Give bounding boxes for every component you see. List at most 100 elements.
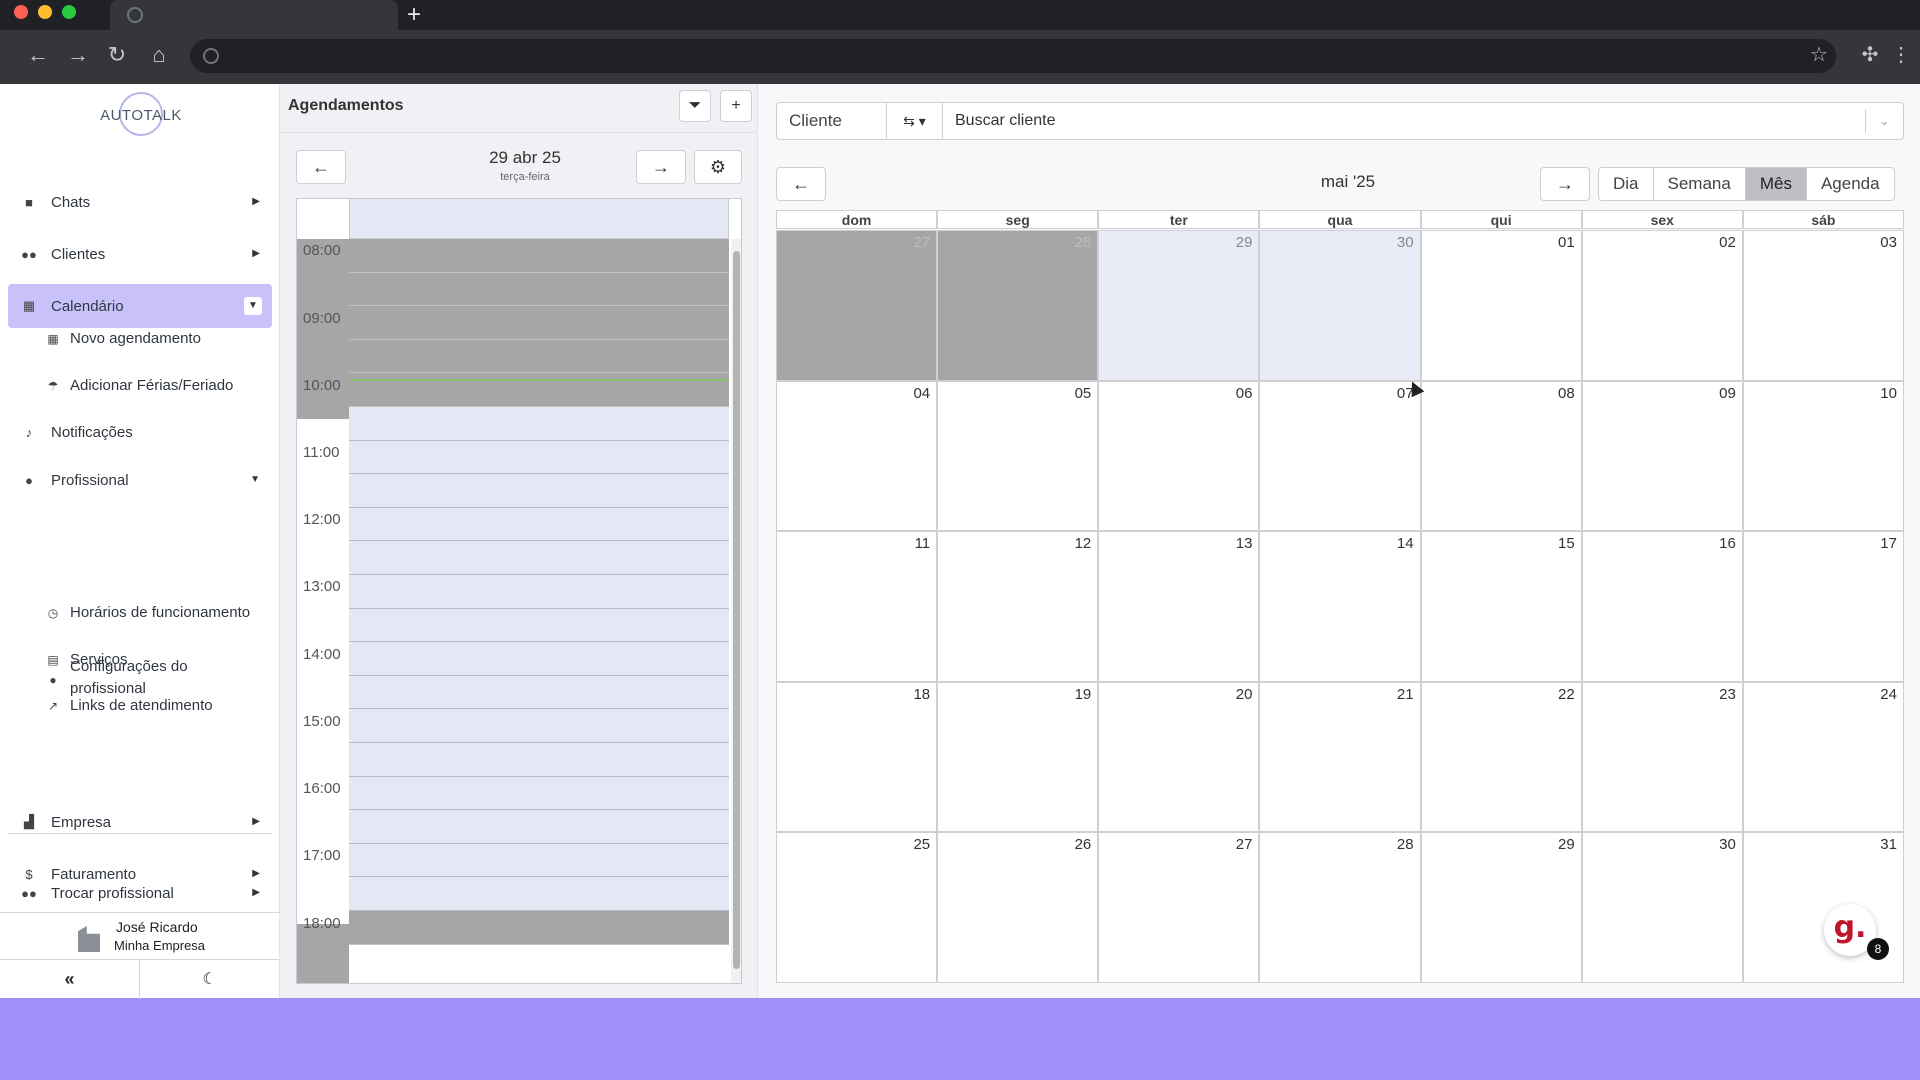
sidebar-item-clientes[interactable]: ●● Clientes ▶ [8, 232, 272, 276]
day-cell[interactable]: 26 [937, 832, 1099, 983]
day-cell[interactable]: 02 [1581, 230, 1743, 381]
time-slot[interactable] [349, 407, 729, 441]
scrollbar-thumb[interactable] [733, 251, 740, 969]
day-cell[interactable]: 31 [1742, 832, 1904, 983]
day-cell[interactable]: 27 [776, 230, 938, 381]
sidebar-item-chats[interactable]: ■ Chats ▶ [8, 180, 272, 224]
sidebar-item-adicionar-ferias[interactable]: ☂ Adicionar Férias/Feriado [46, 371, 276, 401]
view-button-semana[interactable]: Semana [1654, 168, 1746, 200]
view-button-agenda[interactable]: Agenda [1807, 168, 1894, 200]
day-cell[interactable]: 15 [1420, 531, 1582, 682]
day-cell[interactable]: 01 [1420, 230, 1582, 381]
time-slot[interactable] [349, 575, 729, 609]
day-cell[interactable]: 21 [1259, 681, 1421, 833]
kebab-menu-icon[interactable]: ⋮ [1888, 43, 1914, 67]
moon-icon[interactable]: ☾ [140, 960, 279, 999]
sidebar-item-trocar-profissional[interactable]: ●● Trocar profissional ▶ [8, 871, 272, 915]
day-cell[interactable]: 29 [1420, 832, 1582, 983]
next-month-button[interactable]: → [1540, 167, 1590, 201]
time-slot[interactable] [349, 272, 729, 307]
time-slot[interactable] [349, 843, 729, 878]
day-cell[interactable]: 04 [776, 380, 938, 532]
day-cell[interactable]: 18 [776, 681, 938, 833]
day-cell[interactable]: 09 [1581, 380, 1743, 532]
day-cell[interactable]: 08 [1420, 380, 1582, 532]
sidebar-item-notificacoes[interactable]: ♪ Notificações [8, 410, 272, 454]
sidebar-item-empresa[interactable]: ▟ Empresa ▶ [8, 800, 272, 844]
view-button-mes[interactable]: Mês [1745, 168, 1807, 200]
sidebar-item-profissional[interactable]: ● Profissional ▼ [8, 458, 272, 502]
day-cell[interactable]: 17 [1742, 531, 1904, 682]
day-cell[interactable]: 16 [1581, 531, 1743, 682]
day-cell[interactable]: 12 [937, 531, 1099, 682]
time-slot[interactable] [349, 743, 729, 777]
time-slot[interactable] [349, 877, 729, 911]
puzzle-icon[interactable]: ✣ [1857, 43, 1883, 67]
time-slot[interactable] [349, 474, 729, 508]
forward-arrow-icon[interactable]: → [64, 43, 92, 67]
collapse-sidebar-button[interactable]: « [0, 960, 140, 999]
filter-button[interactable]: ⏷ [679, 90, 711, 122]
day-cell[interactable]: 07 [1259, 380, 1421, 532]
previous-day-button[interactable]: ← [296, 150, 346, 184]
day-cell[interactable]: 05 [937, 380, 1099, 532]
day-cell[interactable]: 29 [1098, 230, 1260, 381]
back-arrow-icon[interactable]: ← [24, 43, 52, 67]
day-cell[interactable]: 25 [776, 832, 938, 983]
day-cell[interactable]: 13 [1098, 531, 1260, 682]
time-slot[interactable] [349, 306, 729, 340]
search-filter-dropdown[interactable]: ⇆ ▾ [887, 103, 943, 139]
time-slot[interactable] [349, 709, 729, 743]
user-info[interactable]: José Ricardo Minha Empresa [0, 913, 279, 960]
time-slot[interactable] [349, 642, 729, 676]
day-cell[interactable]: 20 [1098, 681, 1260, 833]
time-slot[interactable] [349, 608, 729, 643]
view-button-dia[interactable]: Dia [1599, 168, 1654, 200]
time-slot[interactable] [349, 507, 729, 542]
day-cell[interactable]: 10 [1742, 380, 1904, 532]
time-slot[interactable] [349, 440, 729, 475]
scrollbar[interactable] [731, 239, 741, 983]
home-icon[interactable]: ⌂ [145, 43, 173, 67]
day-cell[interactable]: 22 [1420, 681, 1582, 833]
add-appointment-button[interactable]: + [720, 90, 752, 122]
time-slot[interactable] [349, 776, 729, 811]
day-cell[interactable]: 11 [776, 531, 938, 682]
close-window-button[interactable] [14, 5, 28, 19]
star-icon[interactable]: ☆ [1806, 43, 1832, 67]
day-cell[interactable]: 14 [1259, 531, 1421, 682]
day-cell[interactable]: 19 [937, 681, 1099, 833]
day-cell[interactable]: 24 [1742, 681, 1904, 833]
day-cell[interactable]: 27 [1098, 832, 1260, 983]
day-cell[interactable]: 23 [1581, 681, 1743, 833]
day-cell[interactable]: 28 [937, 230, 1099, 381]
new-tab-button[interactable]: + [407, 3, 421, 27]
client-search-input[interactable] [955, 103, 1855, 139]
day-cell[interactable]: 28 [1259, 832, 1421, 983]
time-slot[interactable] [349, 541, 729, 575]
day-cell[interactable]: 06 [1098, 380, 1260, 532]
sidebar-item-novo-agendamento[interactable]: ▦ Novo agendamento [46, 324, 276, 354]
time-slot[interactable] [349, 911, 729, 945]
caret-down-icon[interactable]: ▼ [244, 297, 262, 315]
time-slot[interactable] [349, 239, 729, 273]
day-cell[interactable]: 03 [1742, 230, 1904, 381]
reload-icon[interactable]: ↻ [103, 43, 131, 67]
settings-button[interactable]: ⚙ [694, 150, 742, 184]
time-slot[interactable] [349, 675, 729, 710]
browser-tab[interactable] [110, 0, 398, 30]
maximize-window-button[interactable] [62, 5, 76, 19]
sidebar-item-calendario[interactable]: ▦ Calendário ▼ [8, 284, 272, 328]
day-cell[interactable]: 30 [1259, 230, 1421, 381]
minimize-window-button[interactable] [38, 5, 52, 19]
chevron-down-icon[interactable]: ⌄ [1865, 109, 1903, 133]
day-cell[interactable]: 30 [1581, 832, 1743, 983]
sidebar-item-config-profissional[interactable]: ● Configurações do profissional [46, 656, 276, 704]
day-schedule-grid[interactable]: 08:00 09:00 10:00 11:00 12:00 13:00 14:0… [296, 198, 742, 984]
time-slot[interactable] [349, 339, 729, 374]
address-bar[interactable] [190, 39, 1836, 73]
next-day-button[interactable]: → [636, 150, 686, 184]
time-slot[interactable] [349, 810, 729, 844]
previous-month-button[interactable]: ← [776, 167, 826, 201]
sidebar-item-horarios[interactable]: ◷ Horários de funcionamento [46, 598, 276, 628]
